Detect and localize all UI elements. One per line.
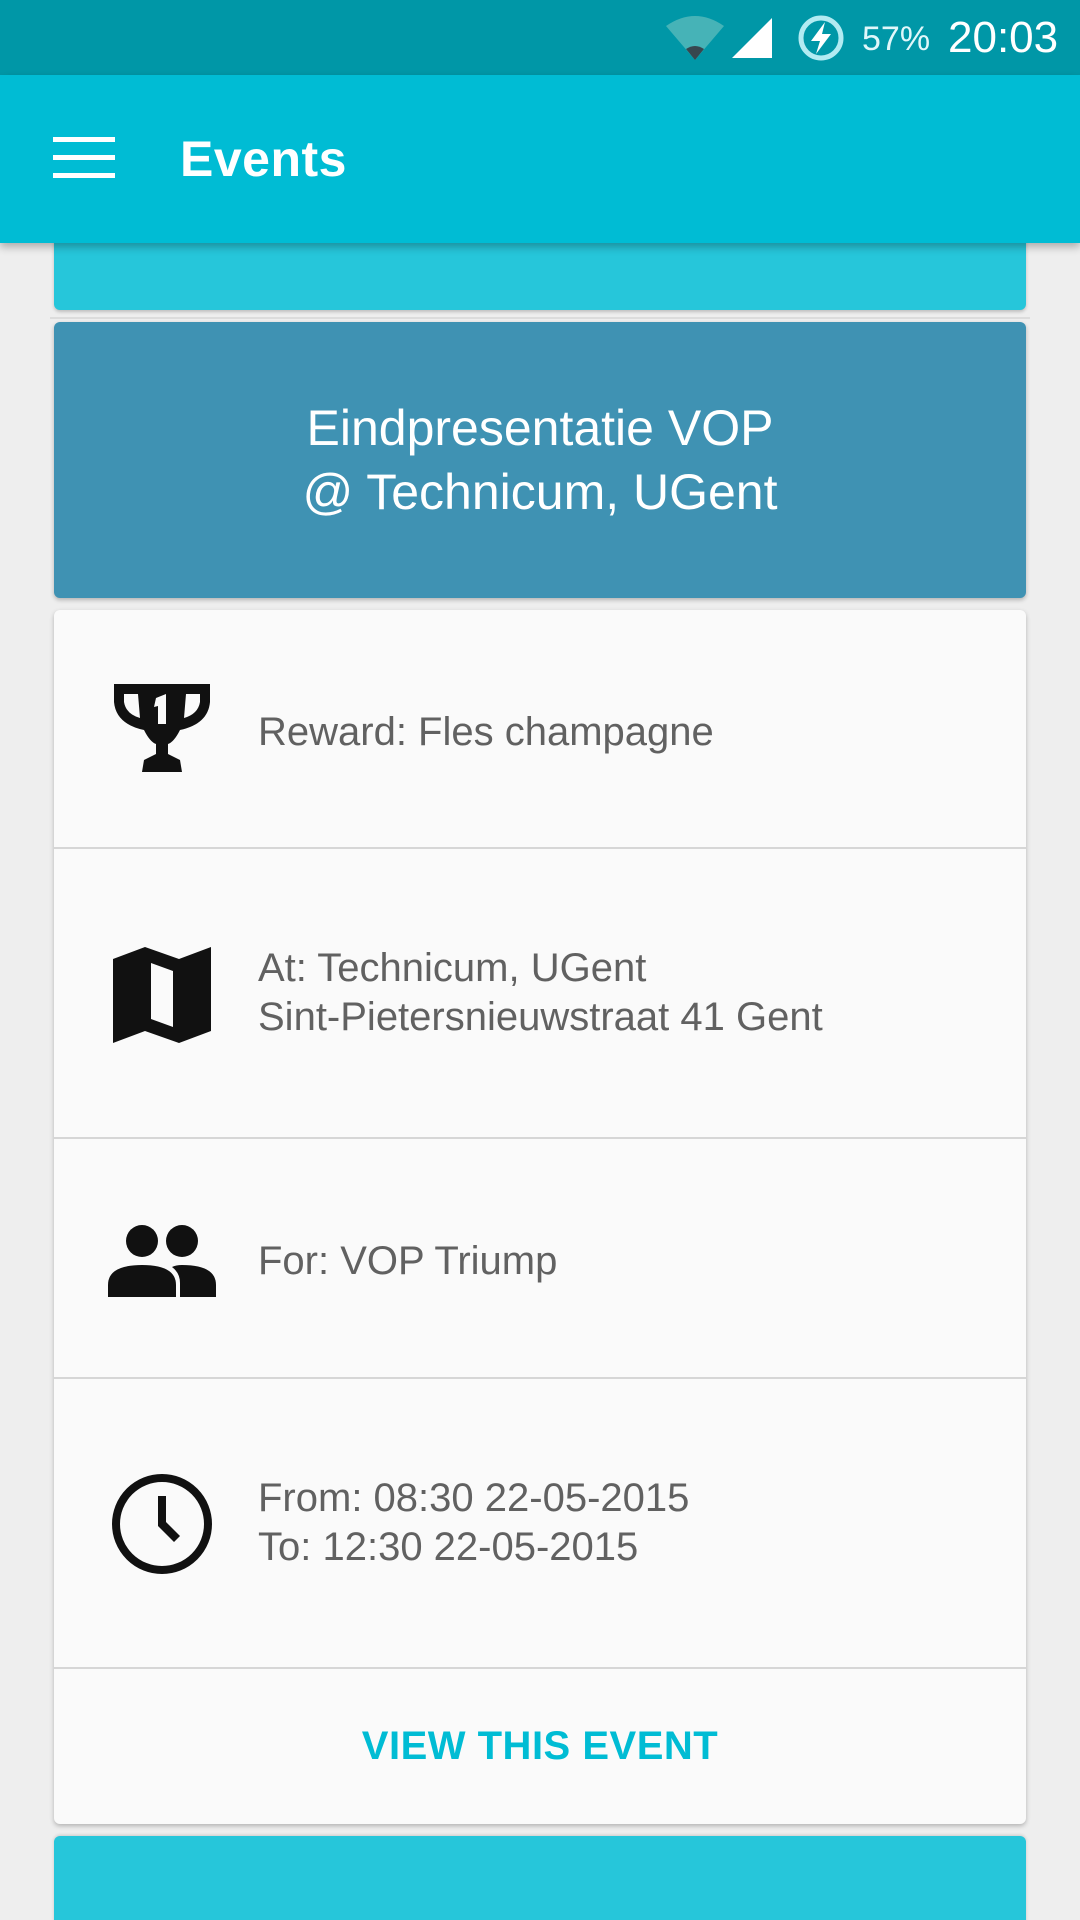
wifi-icon	[664, 14, 726, 67]
group-icon	[106, 1205, 218, 1317]
map-icon	[106, 939, 218, 1051]
battery-percentage: 57%	[862, 20, 931, 58]
reward-row: Reward: Fles champagne	[54, 610, 1026, 849]
time-to: To: 12:30 22-05-2015	[258, 1525, 639, 1569]
time-from: From: 08:30 22-05-2015	[258, 1476, 690, 1520]
event-title-card[interactable]: Eindpresentatie VOP @ Technicum, UGent	[54, 322, 1026, 598]
signal-icon	[730, 14, 774, 65]
navigation-menu-button[interactable]	[40, 125, 128, 195]
time-text: From: 08:30 22-05-2015 To: 12:30 22-05-2…	[258, 1474, 689, 1572]
event-venue: @ Technicum, UGent	[302, 464, 778, 520]
status-bar: 57% 20:03	[0, 0, 1080, 75]
reward-text: Reward: Fles champagne	[258, 710, 714, 754]
page-title: Events	[180, 131, 347, 187]
location-text: At: Technicum, UGent Sint-Pietersnieuwst…	[258, 944, 823, 1042]
clock-icon	[106, 1468, 218, 1580]
list-divider	[50, 317, 1030, 319]
location-address: Sint-Pietersnieuwstraat 41 Gent	[258, 995, 823, 1039]
hamburger-menu-icon	[53, 136, 115, 184]
battery-charging-icon	[797, 14, 845, 67]
next-event-card[interactable]	[54, 1836, 1026, 1920]
event-details-card: Reward: Fles champagne At: Technicum, UG…	[54, 610, 1026, 1824]
status-clock: 20:03	[948, 13, 1059, 62]
trophy-icon	[106, 672, 218, 784]
audience-row: For: VOP Triump	[54, 1139, 1026, 1379]
app-toolbar: Events	[0, 75, 1080, 243]
audience-text: For: VOP Triump	[258, 1239, 558, 1283]
location-row: At: Technicum, UGent Sint-Pietersnieuwst…	[54, 849, 1026, 1139]
time-row: From: 08:30 22-05-2015 To: 12:30 22-05-2…	[54, 1379, 1026, 1669]
event-title: Eindpresentatie VOP	[306, 400, 774, 456]
view-event-button[interactable]: VIEW THIS EVENT	[54, 1669, 1026, 1824]
location-name: At: Technicum, UGent	[258, 946, 647, 990]
